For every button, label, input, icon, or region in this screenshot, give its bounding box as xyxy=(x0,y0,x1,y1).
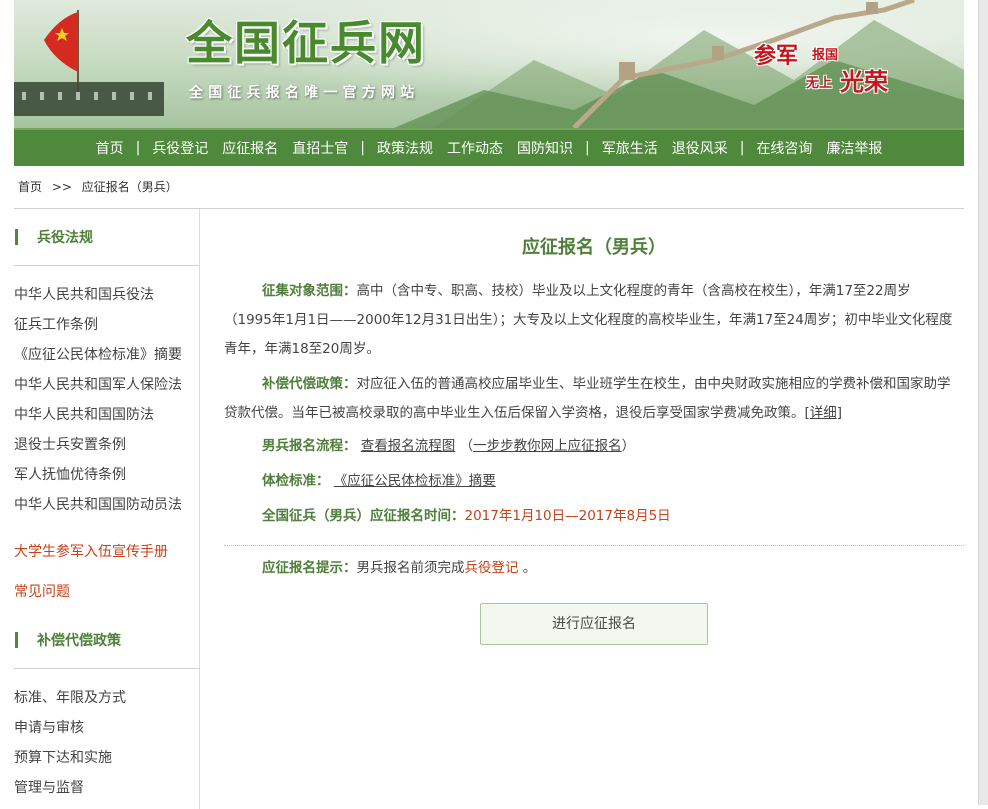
sidebar-section-header-regulations: 兵役法规 xyxy=(14,209,199,266)
physical-label: 体检标准： xyxy=(262,473,330,489)
tip-row: 应征报名提示：男兵报名前须完成兵役登记 。 xyxy=(224,554,964,583)
main-content: 应征报名（男兵） 征集对象范围：高中（含中专、职高、技校）毕业及以上文化程度的青… xyxy=(200,209,964,809)
nav-policies[interactable]: 政策法规 xyxy=(370,138,440,158)
nav-separator: | xyxy=(135,140,141,156)
site-banner: 全国征兵网 全国征兵报名唯一官方网站 参军 报国 无上 光荣 xyxy=(14,0,964,128)
sidebar-item-student-handbook[interactable]: 大学生参军入伍宣传手册 xyxy=(14,532,199,572)
sidebar-item-veteran-resettlement[interactable]: 退役士兵安置条例 xyxy=(14,430,199,460)
sidebar-item-application-review[interactable]: 申请与审核 xyxy=(14,713,199,743)
section-marker xyxy=(15,229,18,245)
nav-separator: | xyxy=(585,140,590,156)
breadcrumb-current: 应征报名（男兵） xyxy=(81,180,178,194)
tip-text: 男兵报名前须完成 xyxy=(356,560,465,576)
compensation-paragraph: 补偿代偿政策：对应征入伍的普通高校应届毕业生、毕业班学生在校生，由中央财政实施相… xyxy=(224,370,964,428)
tip-label: 应征报名提示： xyxy=(262,560,357,576)
sidebar-section-header-compensation: 补偿代偿政策 xyxy=(14,612,199,669)
sidebar-list-compensation: 标准、年限及方式 申请与审核 预算下达和实施 管理与监督 xyxy=(14,669,199,809)
scope-label: 征集对象范围： xyxy=(262,283,357,299)
breadcrumb-home[interactable]: 首页 xyxy=(18,180,42,194)
sidebar-item-budget[interactable]: 预算下达和实施 xyxy=(14,743,199,773)
nav-integrity-report[interactable]: 廉洁举报 xyxy=(819,138,889,158)
sidebar-item-mobilization-law[interactable]: 中华人民共和国国防动员法 xyxy=(14,490,199,520)
sidebar-item-pension-regulations[interactable]: 军人抚恤优待条例 xyxy=(14,460,199,490)
section-marker xyxy=(15,632,18,648)
process-flowchart-link[interactable]: 查看报名流程图 xyxy=(361,438,456,454)
page-title: 应征报名（男兵） xyxy=(522,237,666,258)
sidebar-item-conscription-regulations[interactable]: 征兵工作条例 xyxy=(14,310,199,340)
sidebar-item-supervision[interactable]: 管理与监督 xyxy=(14,773,199,803)
site-title: 全国征兵网 xyxy=(186,16,426,70)
nav-military-life[interactable]: 军旅生活 xyxy=(595,138,665,158)
sidebar-list-regulations: 中华人民共和国兵役法 征兵工作条例 《应征公民体检标准》摘要 中华人民共和国军人… xyxy=(14,266,199,526)
nav-enlistment-signup[interactable]: 应征报名 xyxy=(215,138,285,158)
sidebar-item-insurance-law[interactable]: 中华人民共和国军人保险法 xyxy=(14,370,199,400)
sidebar-item-faq[interactable]: 常见问题 xyxy=(14,572,199,612)
time-row: 全国征兵（男兵）应征报名时间：2017年1月10日—2017年8月5日 xyxy=(224,502,964,531)
sidebar-item-military-service-law[interactable]: 中华人民共和国兵役法 xyxy=(14,280,199,310)
scope-paragraph: 征集对象范围：高中（含中专、职高、技校）毕业及以上文化程度的青年（含高校在校生）… xyxy=(224,277,964,364)
sidebar-section-title: 补偿代偿政策 xyxy=(37,633,121,649)
nav-defense-knowledge[interactable]: 国防知识 xyxy=(510,138,580,158)
breadcrumb-separator: >> xyxy=(51,180,72,194)
page-edge xyxy=(978,0,988,805)
compensation-label: 补偿代偿政策： xyxy=(262,376,357,392)
slogan-part2: 报国 xyxy=(812,48,839,63)
process-paren-close: ） xyxy=(621,438,636,454)
sidebar-item-physical-standard[interactable]: 《应征公民体检标准》摘要 xyxy=(14,340,199,370)
content-area: 兵役法规 中华人民共和国兵役法 征兵工作条例 《应征公民体检标准》摘要 中华人民… xyxy=(14,209,964,809)
nav-direct-nco[interactable]: 直招士官 xyxy=(285,138,355,158)
start-enlistment-button[interactable]: 进行应征报名 xyxy=(480,603,708,645)
nav-home[interactable]: 首页 xyxy=(89,138,131,158)
sidebar-item-defense-law[interactable]: 中华人民共和国国防法 xyxy=(14,400,199,430)
process-label: 男兵报名流程： xyxy=(262,438,357,454)
physical-standard-link[interactable]: 《应征公民体检标准》摘要 xyxy=(334,473,496,489)
sidebar-item-standards[interactable]: 标准、年限及方式 xyxy=(14,683,199,713)
process-paren-open: （ xyxy=(459,438,474,454)
time-value: 2017年1月10日—2017年8月5日 xyxy=(464,508,671,524)
nav-separator: | xyxy=(360,140,365,156)
sidebar-section-title: 兵役法规 xyxy=(37,230,93,246)
nav-separator: | xyxy=(739,140,745,156)
tip-registration-link[interactable]: 兵役登记 xyxy=(465,560,519,576)
slogan-part4: 光荣 xyxy=(840,67,888,96)
process-tutorial-link[interactable]: 一步步教你网上应征报名 xyxy=(473,438,622,454)
button-wrap: 进行应征报名 xyxy=(224,603,964,645)
time-label: 全国征兵（男兵）应征报名时间： xyxy=(262,508,465,524)
site-subtitle: 全国征兵报名唯一官方网站 xyxy=(189,85,420,101)
compensation-details-link[interactable]: [详细] xyxy=(805,405,843,421)
nav-online-consult[interactable]: 在线咨询 xyxy=(749,138,819,158)
banner-illustration xyxy=(14,0,964,128)
main-nav: 首页 | 兵役登记 应征报名 直招士官 | 政策法规 工作动态 国防知识 | 军… xyxy=(14,128,964,166)
breadcrumb: 首页 >> 应征报名（男兵） xyxy=(14,166,964,209)
nav-military-registration[interactable]: 兵役登记 xyxy=(145,138,215,158)
nav-veterans[interactable]: 退役风采 xyxy=(665,138,735,158)
nav-news[interactable]: 工作动态 xyxy=(440,138,510,158)
slogan-part3: 无上 xyxy=(806,76,833,91)
sidebar: 兵役法规 中华人民共和国兵役法 征兵工作条例 《应征公民体检标准》摘要 中华人民… xyxy=(14,209,200,809)
process-row: 男兵报名流程： 查看报名流程图 （一步步教你网上应征报名） xyxy=(224,432,964,461)
divider xyxy=(224,545,964,546)
slogan-part1: 参军 xyxy=(754,43,799,69)
page-wrapper: 全国征兵网 全国征兵报名唯一官方网站 参军 报国 无上 光荣 首页 | 兵役登记… xyxy=(14,0,964,809)
tip-end: 。 xyxy=(522,560,537,576)
physical-row: 体检标准： 《应征公民体检标准》摘要 xyxy=(224,467,964,496)
